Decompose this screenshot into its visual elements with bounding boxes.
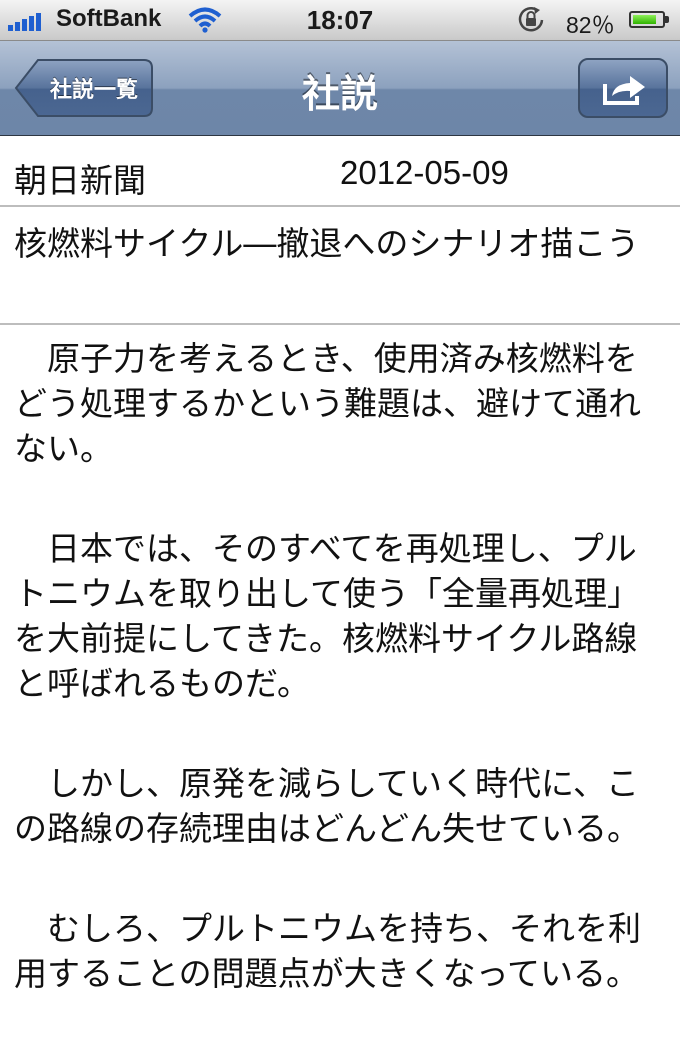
headline-section: 核燃料サイクル―撤退へのシナリオ描こう [0,207,680,325]
battery-icon [629,11,669,28]
article-date: 2012-05-09 [340,154,509,191]
article-paragraph: 原子力を考えるとき、使用済み核燃料をどう処理するかという難題は、避けて通れない。 [14,339,641,468]
newspaper-name: 朝日新聞 [14,161,146,200]
article-meta: 朝日新聞 2012-05-09 [0,136,680,207]
status-bar: SoftBank 18:07 82％ [0,0,680,41]
article-paragraph: むしろ、プルトニウムを持ち、それを利用することの問題点が大きくなっている。 [14,909,641,993]
article-paragraph: 日本では、そのすべてを再処理し、プルトニウムを取り出して使う「全量再処理」を大前… [14,529,641,703]
battery-percent: 82％ [566,12,615,38]
article-headline: 核燃料サイクル―撤退へのシナリオ描こう [14,224,640,263]
navigation-bar: 社説一覧 社説 [0,41,680,136]
share-arrow-icon [603,76,645,105]
article-body[interactable]: 原子力を考えるとき、使用済み核燃料をどう処理するかという難題は、避けて通れない。… [14,336,666,1051]
share-button[interactable] [578,58,668,118]
article-paragraph: しかし、原発を減らしていく時代に、この路線の存続理由はどんどん失せている。 [14,764,641,848]
rotation-lock-icon [516,6,546,39]
